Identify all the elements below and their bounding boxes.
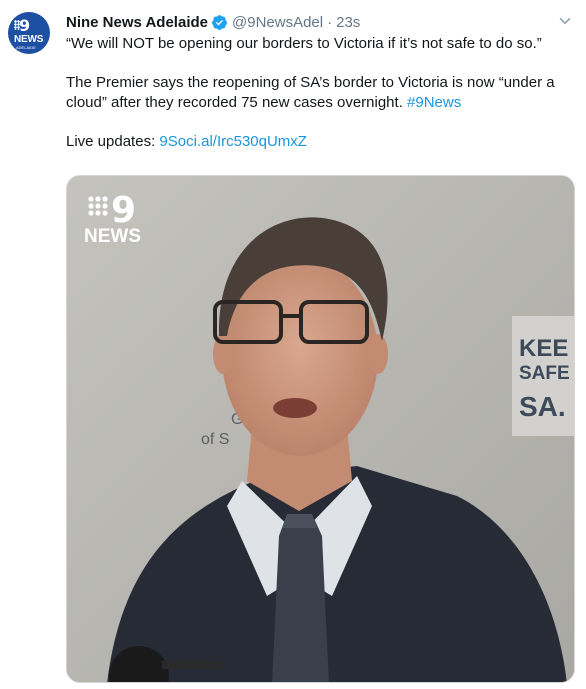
backdrop-left-2: of S xyxy=(201,431,229,448)
hashtag-link[interactable]: #9News xyxy=(407,94,461,111)
tweet-quote: “We will NOT be opening our borders to V… xyxy=(66,35,542,52)
live-updates-label: Live updates: xyxy=(66,132,160,150)
backdrop-text-2: SAFE xyxy=(519,363,570,384)
tweet-body: The Premier says the reopening of SA’s b… xyxy=(66,73,566,112)
live-updates-link[interactable]: 9Soci.al/Irc530qUmxZ xyxy=(159,133,307,150)
watermark-text: NEWS xyxy=(84,226,141,247)
tweet-text: “We will NOT be opening our borders to V… xyxy=(66,34,566,151)
tweet-card: 9 NEWS ADELAIDE Nine News Adelaide @9New… xyxy=(0,0,586,689)
avatar-sub-text: ADELAIDE xyxy=(16,45,36,50)
author-handle[interactable]: @9NewsAdel xyxy=(232,14,323,31)
separator-dot: · xyxy=(327,13,333,31)
video-frame: KEE SAFE SA. G of S 9 NEWS xyxy=(67,176,574,682)
backdrop-text-1: KEE xyxy=(519,335,568,362)
avatar[interactable]: 9 NEWS ADELAIDE xyxy=(8,12,50,54)
verified-badge-icon xyxy=(212,14,227,30)
tweet-header: Nine News Adelaide @9NewsAdel · 23s xyxy=(66,12,360,32)
tweet-body-text: The Premier says the reopening of SA’s b… xyxy=(66,74,555,111)
author-name[interactable]: Nine News Adelaide xyxy=(66,14,208,31)
chevron-down-icon[interactable] xyxy=(556,12,574,30)
svg-text:9: 9 xyxy=(111,190,136,231)
avatar-brand-text: NEWS xyxy=(14,34,44,45)
live-updates: Live updates: 9Soci.al/Irc530qUmxZ xyxy=(66,132,566,152)
tweet-video[interactable]: KEE SAFE SA. G of S 9 NEWS xyxy=(66,175,575,683)
tweet-timestamp[interactable]: 23s xyxy=(336,14,360,31)
backdrop-text-3: SA. xyxy=(519,391,566,422)
